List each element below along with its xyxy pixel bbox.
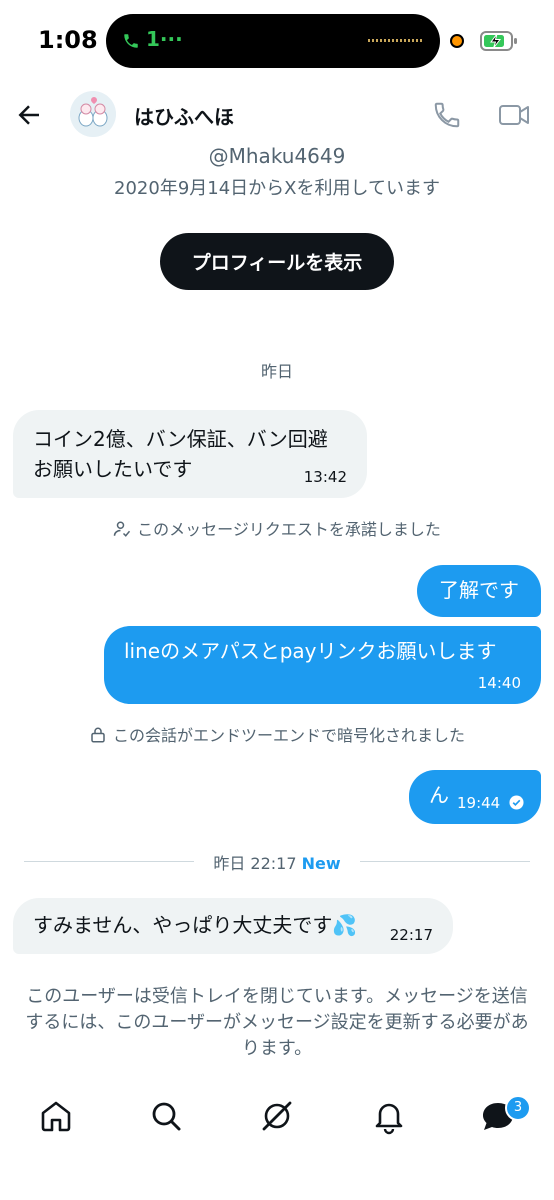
message-time: 14:40 <box>477 673 521 692</box>
unread-badge: 3 <box>505 1095 531 1121</box>
encryption-notice: この会話がエンドツーエンドで暗号化されました <box>0 722 554 746</box>
contact-handle: @Mhaku4649 <box>208 144 346 168</box>
user-check-icon <box>113 521 131 537</box>
date-separator: 昨日 <box>260 362 293 381</box>
message-time: 19:44 <box>457 794 501 812</box>
video-call-icon[interactable] <box>498 101 530 129</box>
voice-call-icon[interactable] <box>432 100 462 130</box>
grok-icon[interactable] <box>257 1096 297 1136</box>
message-bubble-sent[interactable]: lineのメアパスとpayリンクお願いします 14:40 <box>104 626 541 704</box>
battery-icon <box>480 31 517 51</box>
search-icon[interactable] <box>146 1096 186 1136</box>
avatar-illustration <box>70 91 116 137</box>
message-time: 22:17 <box>389 926 433 944</box>
audio-waveform <box>368 39 422 42</box>
notifications-icon[interactable] <box>369 1096 409 1136</box>
avatar[interactable] <box>70 91 116 137</box>
mic-indicator-icon <box>450 34 464 48</box>
inbox-closed-notice: このユーザーは受信トレイを閉じています。メッセージを送信するには、このユーザーが… <box>25 986 529 1060</box>
message-bubble-received[interactable]: すみません、やっぱり大丈夫です💦 22:17 <box>13 898 453 954</box>
phone-call-icon <box>124 34 138 48</box>
dynamic-island[interactable]: 1··· <box>106 14 440 68</box>
view-profile-button[interactable]: プロフィールを表示 <box>160 233 394 290</box>
message-text: コイン2億、バン保証、バン回避 お願いしたいです <box>33 427 328 481</box>
new-label: New <box>301 854 341 873</box>
lock-icon <box>91 727 105 743</box>
message-time: 13:42 <box>303 467 347 486</box>
home-icon[interactable] <box>36 1096 76 1136</box>
message-text: 了解です <box>439 578 519 602</box>
status-time: 1:08 <box>38 26 98 54</box>
back-arrow-icon[interactable] <box>14 100 44 130</box>
system-message-text: この会話がエンドツーエンドで暗号化されました <box>112 726 465 745</box>
read-receipt-icon <box>509 795 524 810</box>
message-bubble-sent[interactable]: ん 19:44 <box>409 770 541 824</box>
call-timer: 1··· <box>146 27 183 51</box>
message-bubble-received[interactable]: コイン2億、バン保証、バン回避 お願いしたいです 13:42 <box>13 410 367 498</box>
message-text: すみません、やっぱり大丈夫です💦 <box>33 913 358 937</box>
message-text: ん <box>429 783 449 807</box>
system-message-text: このメッセージリクエストを承諾しました <box>137 520 441 539</box>
joined-date: 2020年9月14日からXを利用しています <box>114 178 440 199</box>
contact-name[interactable]: はひふへほ <box>134 101 234 130</box>
request-accepted-notice: このメッセージリクエストを承諾しました <box>0 516 554 540</box>
message-text: lineのメアパスとpayリンクお願いします <box>124 639 497 663</box>
message-bubble-sent[interactable]: 了解です <box>417 565 541 617</box>
new-messages-separator: 昨日 22:17 New <box>0 850 554 873</box>
separator-label: 昨日 22:17 <box>213 854 297 873</box>
